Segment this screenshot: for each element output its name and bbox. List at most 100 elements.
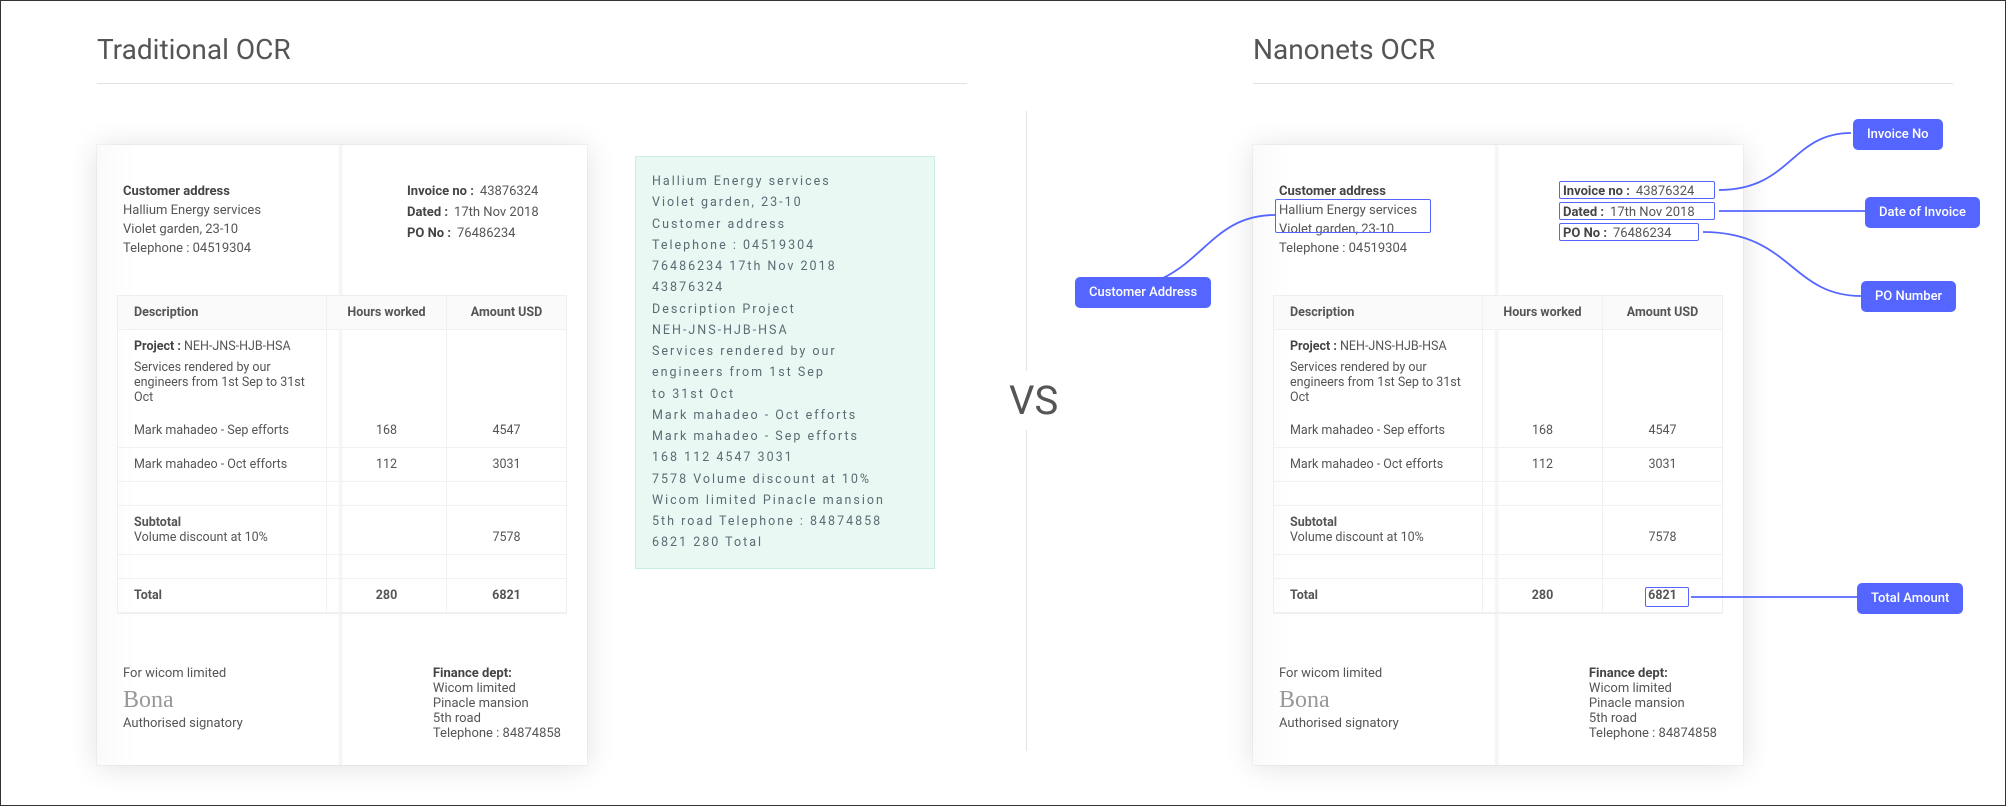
col-amount: Amount USD (446, 296, 566, 330)
total-key: Total (118, 579, 326, 613)
title-left: Traditional OCR (97, 33, 291, 66)
discount-val: 7578 (1648, 530, 1676, 545)
dated-val: 17th Nov 2018 (454, 204, 539, 223)
line-amount: 3031 (1602, 448, 1722, 482)
ocr-line: to 31st Oct (652, 384, 918, 405)
project-val: NEH-JNS-HJB-HSA (184, 339, 291, 354)
footer-right: Finance dept: Wicom limited Pinacle mans… (1589, 666, 1717, 741)
footer-right: Finance dept: Wicom limited Pinacle mans… (433, 666, 561, 741)
invoice-no-val: 43876324 (1636, 183, 1694, 202)
finance-line: Wicom limited (433, 681, 516, 696)
line-desc: Mark mahadeo - Sep efforts (118, 414, 326, 448)
subtotal-key: Subtotal (134, 515, 310, 530)
finance-line: Telephone : 84874858 (1589, 726, 1717, 741)
invoice-no-val: 43876324 (480, 183, 538, 202)
line-amount: 4547 (446, 414, 566, 448)
col-amount: Amount USD (1602, 296, 1722, 330)
dated-key: Dated : (407, 204, 448, 223)
divider-left (97, 83, 967, 84)
dated-key: Dated : (1563, 204, 1604, 223)
line-hours: 112 (1482, 448, 1602, 482)
addr-line: Hallium Energy services (1279, 203, 1417, 218)
po-val: 76486234 (1613, 225, 1671, 244)
col-hours: Hours worked (326, 296, 446, 330)
line-amount: 4547 (1602, 414, 1722, 448)
invoice-table: Description Hours worked Amount USD Proj… (117, 295, 567, 614)
vs-label: VS (1005, 371, 1062, 430)
line-amount: 3031 (446, 448, 566, 482)
project-key: Project : (1290, 339, 1337, 354)
finance-dept-heading: Finance dept: (433, 666, 512, 681)
footer-left: For wicom limited Bona Authorised signat… (123, 666, 243, 741)
project-desc: Services rendered by our engineers from … (1290, 360, 1466, 405)
ocr-line: 6821 280 Total (652, 532, 918, 553)
customer-address-block: Customer address Hallium Energy services… (123, 183, 261, 258)
ocr-line: Telephone : 04519304 (652, 235, 918, 256)
invoice-no-key: Invoice no : (407, 183, 474, 202)
ocr-line: 76486234 17th Nov 2018 (652, 256, 918, 277)
tag-total-amount: Total Amount (1857, 583, 1963, 614)
ocr-line: Customer address (652, 214, 918, 235)
ocr-line: Wicom limited Pinacle mansion (652, 490, 918, 511)
authorised-signatory: Authorised signatory (1279, 716, 1399, 731)
tag-po-number: PO Number (1861, 281, 1956, 312)
customer-address-block: Customer address Hallium Energy services… (1279, 183, 1417, 258)
ocr-line: Mark mahadeo - Oct efforts (652, 405, 918, 426)
discount-val: 7578 (492, 530, 520, 545)
line-hours: 168 (326, 414, 446, 448)
invoice-card-traditional: Customer address Hallium Energy services… (97, 145, 587, 765)
subtotal-key: Subtotal (1290, 515, 1466, 530)
invoice-card-nanonets: Customer address Hallium Energy services… (1253, 145, 1743, 765)
signature-icon: Bona (123, 687, 243, 714)
po-val: 76486234 (457, 225, 515, 244)
for-label: For wicom limited (1279, 666, 1399, 681)
divider-right (1253, 83, 1953, 84)
ocr-line: Services rendered by our (652, 341, 918, 362)
tag-customer-address: Customer Address (1075, 277, 1211, 308)
ocr-line: Mark mahadeo - Sep efforts (652, 426, 918, 447)
ocr-line: engineers from 1st Sep (652, 362, 918, 383)
total-hours: 280 (326, 579, 446, 613)
addr-line: Violet garden, 23-10 (123, 222, 238, 237)
addr-line: Telephone : 04519304 (1279, 241, 1407, 256)
invoice-table: Description Hours worked Amount USD Proj… (1273, 295, 1723, 614)
authorised-signatory: Authorised signatory (123, 716, 243, 731)
line-hours: 112 (326, 448, 446, 482)
signature-icon: Bona (1279, 687, 1399, 714)
finance-line: Wicom limited (1589, 681, 1672, 696)
title-right: Nanonets OCR (1253, 33, 1435, 66)
invoice-meta: Invoice no : 43876324 Dated : 17th Nov 201… (407, 183, 539, 246)
total-amt: 6821 (446, 579, 566, 613)
invoice-no-key: Invoice no : (1563, 183, 1630, 202)
po-key: PO No : (407, 225, 451, 244)
finance-line: Pinacle mansion (433, 696, 529, 711)
addr-line: Hallium Energy services (123, 203, 261, 218)
ocr-line: 7578 Volume discount at 10% (652, 469, 918, 490)
footer-left: For wicom limited Bona Authorised signat… (1279, 666, 1399, 741)
tag-invoice-no: Invoice No (1853, 119, 1943, 150)
finance-line: 5th road (1589, 711, 1637, 726)
for-label: For wicom limited (123, 666, 243, 681)
customer-address-heading: Customer address (1279, 184, 1386, 199)
line-hours: 168 (1482, 414, 1602, 448)
total-amt: 6821 (1602, 579, 1722, 613)
invoice-meta: Invoice no : 43876324 Dated : 17th Nov 201… (1563, 183, 1695, 246)
po-key: PO No : (1563, 225, 1607, 244)
discount-key: Volume discount at 10% (134, 530, 310, 545)
ocr-line: 5th road Telephone : 84874858 (652, 511, 918, 532)
col-hours: Hours worked (1482, 296, 1602, 330)
dated-val: 17th Nov 2018 (1610, 204, 1695, 223)
tag-date-of-invoice: Date of Invoice (1865, 197, 1980, 228)
col-description: Description (1274, 296, 1482, 330)
addr-line: Violet garden, 23-10 (1279, 222, 1394, 237)
finance-line: 5th road (433, 711, 481, 726)
ocr-line: 168 112 4547 3031 (652, 447, 918, 468)
vertical-separator (1026, 111, 1027, 751)
total-hours: 280 (1482, 579, 1602, 613)
ocr-line: NEH-JNS-HJB-HSA (652, 320, 918, 341)
project-desc: Services rendered by our engineers from … (134, 360, 310, 405)
raw-ocr-output: Hallium Energy services Violet garden, 2… (635, 156, 935, 569)
finance-line: Telephone : 84874858 (433, 726, 561, 741)
line-desc: Mark mahadeo - Oct efforts (1274, 448, 1482, 482)
col-description: Description (118, 296, 326, 330)
